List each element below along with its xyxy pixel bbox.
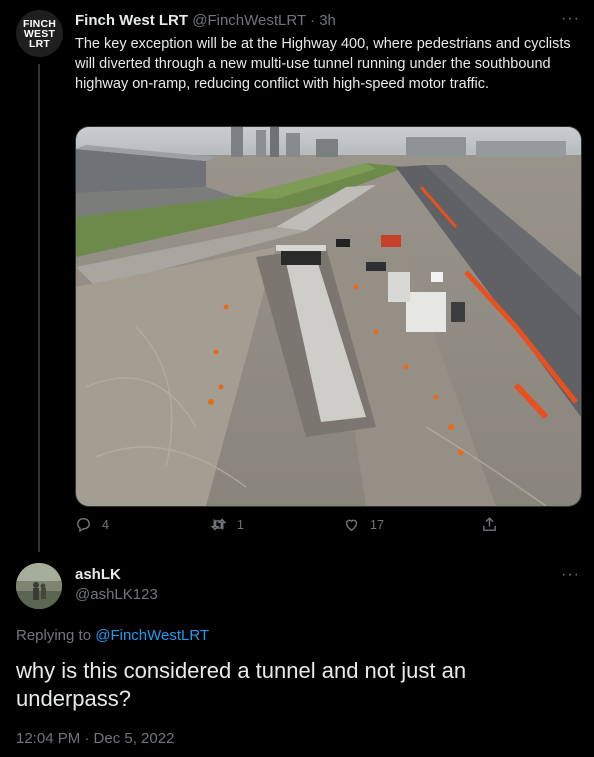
avatar-photo-icon xyxy=(16,563,62,609)
tweet-text: The key exception will be at the Highway… xyxy=(75,36,571,92)
author-name[interactable]: Finch West LRT xyxy=(75,12,188,29)
author-handle[interactable]: @FinchWestLRT xyxy=(192,12,306,29)
photo-construction-tunnel xyxy=(76,127,581,506)
retweet-action[interactable]: 1 xyxy=(210,516,244,533)
replying-to-line: Replying to @FinchWestLRT xyxy=(16,627,209,644)
retweet-count: 1 xyxy=(237,517,244,532)
share-action[interactable] xyxy=(481,516,508,533)
reply-timestamp[interactable]: 12:04 PM · Dec 5, 2022 xyxy=(16,730,174,747)
like-action[interactable]: 17 xyxy=(343,516,384,533)
thread-connector-line xyxy=(38,64,40,552)
reply-author-handle[interactable]: @ashLK123 xyxy=(75,586,158,603)
retweet-icon xyxy=(210,518,227,531)
reply-text: why is this considered a tunnel and not … xyxy=(16,658,467,711)
heart-icon xyxy=(345,519,358,532)
reply-action[interactable]: 4 xyxy=(75,516,109,533)
tweet-header: Finch West LRT @FinchWestLRT · 3h xyxy=(75,12,336,29)
more-options-button[interactable]: ··· xyxy=(561,10,580,28)
tweet-actions: 4 1 17 xyxy=(75,516,505,540)
tweet-photo[interactable] xyxy=(75,126,582,507)
reply-count: 4 xyxy=(102,517,109,532)
avatar[interactable]: FINCH WEST LRT xyxy=(16,10,63,57)
avatar-text-line-3: LRT xyxy=(28,37,50,50)
reply-author-name[interactable]: ashLK xyxy=(75,566,121,583)
reply-more-options-button[interactable]: ··· xyxy=(561,566,580,584)
reply-icon xyxy=(77,518,90,533)
header-separator: · xyxy=(310,12,316,29)
avatar-text-line-2: WEST xyxy=(23,27,56,40)
reply-avatar[interactable] xyxy=(16,563,62,609)
avatar-text-line-1: FINCH xyxy=(22,17,57,30)
tweet-time[interactable]: 3h xyxy=(319,12,336,29)
share-icon xyxy=(483,517,496,531)
replying-prefix: Replying to xyxy=(16,627,92,644)
like-count: 17 xyxy=(370,517,384,532)
replying-to-link[interactable]: @FinchWestLRT xyxy=(95,627,209,644)
